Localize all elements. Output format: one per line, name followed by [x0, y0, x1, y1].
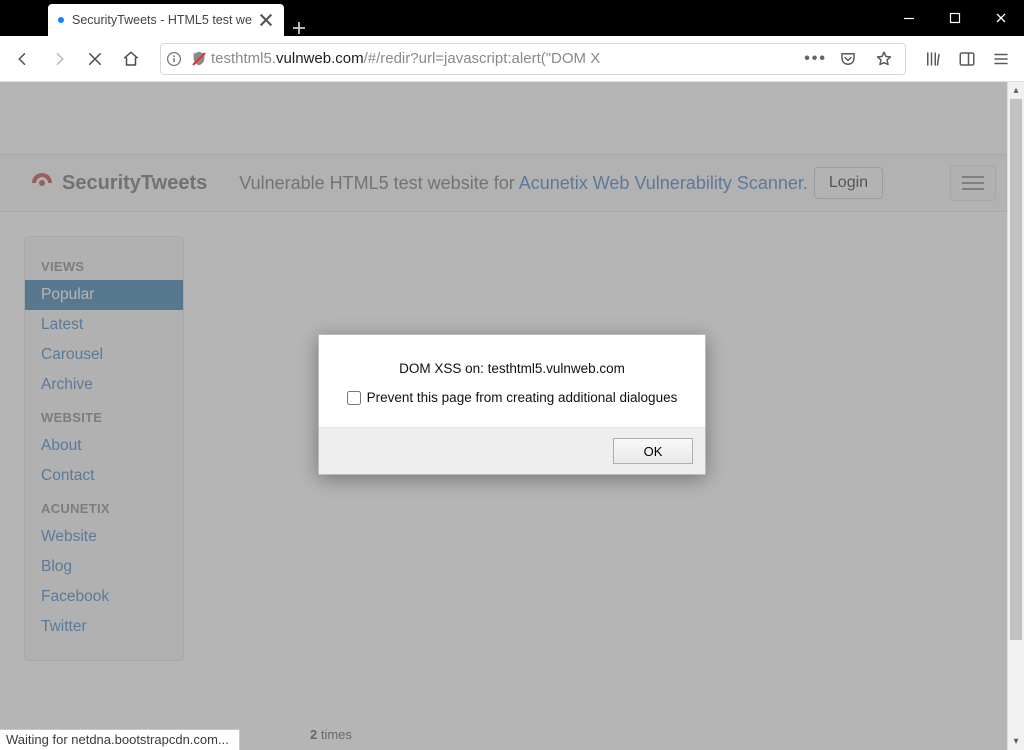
tracking-protection-icon[interactable] — [187, 50, 211, 68]
tab-close-button[interactable] — [258, 12, 274, 28]
url-host: vulnweb.com — [276, 50, 364, 67]
alert-ok-button[interactable]: OK — [613, 438, 693, 464]
browser-toolbar: testhtml5.vulnweb.com/#/redir?url=javasc… — [0, 36, 1024, 82]
scroll-thumb[interactable] — [1010, 99, 1022, 640]
browser-tab[interactable]: SecurityTweets - HTML5 test we — [48, 4, 284, 36]
home-button[interactable] — [114, 42, 148, 76]
window-maximize-button[interactable] — [932, 0, 978, 36]
library-icon[interactable] — [918, 44, 948, 74]
page-actions-button[interactable]: ••• — [804, 50, 827, 68]
prevent-dialogs-row[interactable]: Prevent this page from creating addition… — [341, 390, 683, 405]
url-post: /#/redir?url=javascript:alert("DOM X — [364, 50, 601, 67]
new-tab-button[interactable] — [284, 20, 314, 36]
address-bar[interactable]: testhtml5.vulnweb.com/#/redir?url=javasc… — [160, 43, 906, 75]
sidebar-toggle-icon[interactable] — [952, 44, 982, 74]
vertical-scrollbar[interactable]: ▴ ▾ — [1007, 82, 1024, 750]
alert-message: DOM XSS on: testhtml5.vulnweb.com — [341, 361, 683, 376]
status-bar: Waiting for netdna.bootstrapcdn.com... — [0, 729, 240, 750]
app-menu-icon[interactable] — [986, 44, 1016, 74]
forward-button[interactable] — [42, 42, 76, 76]
site-info-icon[interactable] — [161, 51, 187, 67]
toolbar-right — [918, 44, 1018, 74]
window-close-button[interactable] — [978, 0, 1024, 36]
tab-loading-indicator — [58, 17, 64, 23]
window-titlebar: SecurityTweets - HTML5 test we — [0, 0, 1024, 36]
window-minimize-button[interactable] — [886, 0, 932, 36]
tab-title: SecurityTweets - HTML5 test we — [72, 13, 252, 27]
viewport: SecurityTweets Vulnerable HTML5 test web… — [0, 82, 1024, 750]
pocket-icon[interactable] — [833, 44, 863, 74]
tab-strip: SecurityTweets - HTML5 test we — [0, 0, 886, 36]
url-pre: testhtml5. — [211, 50, 276, 67]
url-text[interactable]: testhtml5.vulnweb.com/#/redir?url=javasc… — [211, 50, 804, 67]
bookmark-star-icon[interactable] — [869, 44, 899, 74]
window-controls — [886, 0, 1024, 36]
scroll-up-arrow[interactable]: ▴ — [1008, 82, 1024, 99]
scroll-down-arrow[interactable]: ▾ — [1008, 733, 1024, 750]
prevent-dialogs-label: Prevent this page from creating addition… — [367, 390, 678, 405]
javascript-alert-dialog: DOM XSS on: testhtml5.vulnweb.com Preven… — [318, 334, 706, 475]
address-bar-actions: ••• — [804, 44, 905, 74]
back-button[interactable] — [6, 42, 40, 76]
prevent-dialogs-checkbox[interactable] — [347, 391, 361, 405]
stop-button[interactable] — [78, 42, 112, 76]
